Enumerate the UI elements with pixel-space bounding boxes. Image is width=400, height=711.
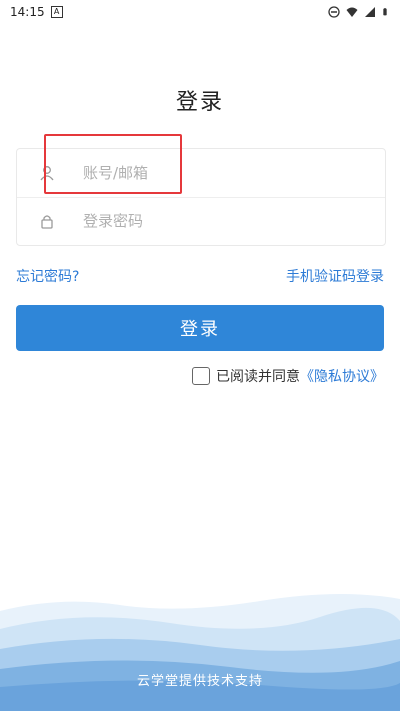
status-bar: 14:15 A (0, 0, 400, 24)
login-form (16, 148, 386, 246)
dnd-icon (328, 6, 340, 18)
status-bar-left: 14:15 A (0, 5, 63, 19)
login-button[interactable]: 登录 (16, 305, 384, 351)
agreement-text: 已阅读并同意 (216, 369, 300, 385)
forgot-password-link[interactable]: 忘记密码? (16, 266, 79, 286)
agreement-checkbox[interactable] (192, 367, 210, 385)
password-row (17, 197, 385, 245)
footer-wave-background (0, 593, 400, 711)
status-time: 14:15 (10, 5, 45, 19)
sms-login-link[interactable]: 手机验证码登录 (286, 266, 384, 286)
user-icon (29, 165, 65, 181)
page-title: 登录 (175, 90, 224, 115)
signal-icon (365, 7, 375, 17)
password-input[interactable] (81, 211, 385, 231)
notification-a-icon: A (50, 6, 63, 18)
wifi-icon (346, 7, 358, 17)
agreement-row: 已阅读并同意 《隐私协议》 (192, 366, 384, 386)
battery-icon (383, 8, 387, 16)
username-row (17, 149, 385, 198)
status-bar-right (328, 6, 400, 18)
lock-icon (29, 213, 65, 229)
footer: 云学堂提供技术支持 (0, 591, 400, 711)
privacy-policy-link[interactable]: 《隐私协议》 (300, 366, 384, 386)
support-text: 云学堂提供技术支持 (136, 674, 263, 689)
login-links: 忘记密码? 手机验证码登录 (16, 266, 384, 286)
username-input[interactable] (81, 163, 385, 183)
